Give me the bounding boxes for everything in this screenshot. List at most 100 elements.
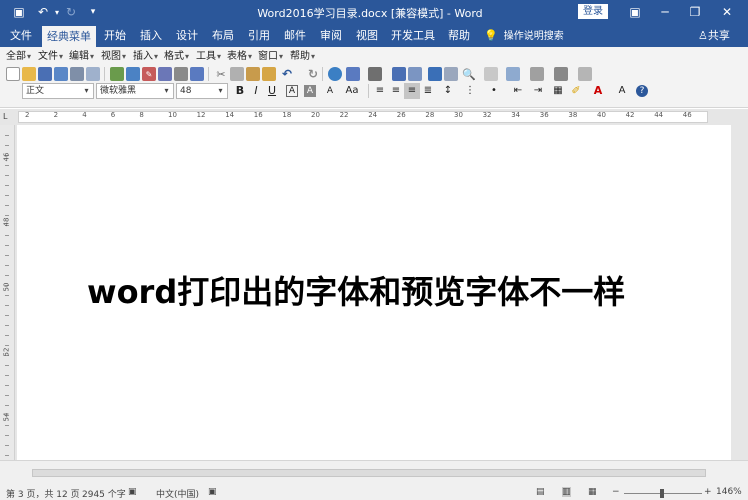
tab-insert[interactable]: 插入 bbox=[136, 24, 166, 47]
redo-icon[interactable]: ↻ bbox=[62, 3, 80, 21]
comment-icon[interactable] bbox=[506, 67, 520, 81]
minimize-button[interactable]: ─ bbox=[650, 0, 680, 24]
increase-indent-icon[interactable]: ⇥ bbox=[530, 83, 546, 99]
menu-file[interactable]: 文件 bbox=[38, 49, 63, 65]
tab-selector-icon[interactable]: L bbox=[3, 112, 7, 121]
menu-table[interactable]: 表格 bbox=[227, 49, 252, 65]
zoom-icon[interactable]: 🔍 bbox=[462, 67, 476, 81]
document-headline[interactable]: word打印出的字体和预览字体不一样 bbox=[87, 270, 707, 314]
research-icon[interactable] bbox=[126, 67, 140, 81]
print-layout-icon[interactable]: ▥ bbox=[562, 487, 571, 497]
document-page[interactable]: word打印出的字体和预览字体不一样 bbox=[17, 125, 731, 460]
save-icon[interactable] bbox=[38, 67, 52, 81]
table-grid-icon[interactable] bbox=[368, 67, 382, 81]
columns-icon[interactable] bbox=[392, 67, 406, 81]
scrollbar-thumb[interactable] bbox=[32, 469, 706, 477]
borders-icon[interactable]: ▦ bbox=[550, 83, 566, 99]
macro-record-icon[interactable]: ▣ bbox=[208, 487, 217, 497]
restore-button[interactable]: ❐ bbox=[680, 0, 710, 24]
tab-file[interactable]: 文件 bbox=[4, 24, 38, 47]
font-color-icon[interactable]: A bbox=[590, 83, 606, 99]
zoom-slider-knob[interactable] bbox=[660, 489, 664, 498]
font-size-select[interactable]: 48 ▾ bbox=[176, 83, 228, 99]
tab-references[interactable]: 引用 bbox=[244, 24, 274, 47]
menu-insert[interactable]: 插入 bbox=[133, 49, 158, 65]
page-setup-icon[interactable] bbox=[530, 67, 544, 81]
underline-button[interactable]: U bbox=[264, 83, 280, 99]
menu-help[interactable]: 帮助 bbox=[290, 49, 315, 65]
open-folder-icon[interactable] bbox=[22, 67, 36, 81]
share-button[interactable]: ♙共享 bbox=[698, 24, 730, 47]
horizontal-scrollbar[interactable] bbox=[0, 460, 748, 486]
word-count[interactable]: 2945 个字 bbox=[82, 487, 126, 500]
language-indicator[interactable]: 中文(中国) bbox=[156, 487, 199, 500]
document-map-icon[interactable] bbox=[428, 67, 442, 81]
tab-home[interactable]: 开始 bbox=[100, 24, 130, 47]
word-count-icon[interactable] bbox=[190, 67, 204, 81]
decrease-indent-icon[interactable]: ⇤ bbox=[510, 83, 526, 99]
vertical-ruler[interactable]: 464850525456 bbox=[0, 125, 15, 486]
align-justify-icon[interactable]: ≡ bbox=[404, 83, 420, 99]
undo-icon[interactable]: ↶ bbox=[280, 67, 294, 81]
line-spacing-icon[interactable]: ↕ bbox=[440, 83, 456, 99]
help-icon[interactable]: ? bbox=[636, 85, 648, 97]
save-as-icon[interactable] bbox=[54, 67, 68, 81]
spell-check-icon[interactable] bbox=[110, 67, 124, 81]
track-changes-icon[interactable]: ✎ bbox=[142, 67, 156, 81]
read-mode-icon[interactable]: ▤ bbox=[536, 487, 545, 497]
drawing-icon[interactable] bbox=[408, 67, 422, 81]
bold-button[interactable]: B bbox=[232, 83, 248, 99]
numbering-icon[interactable]: ⋮ bbox=[462, 83, 478, 99]
tab-mailings[interactable]: 邮件 bbox=[280, 24, 310, 47]
italic-button[interactable]: I bbox=[248, 83, 264, 99]
tell-me-search[interactable]: 💡 操作说明搜索 bbox=[484, 24, 564, 47]
close-button[interactable]: ✕ bbox=[712, 0, 742, 24]
highlighter-icon[interactable]: ✐ bbox=[568, 83, 584, 99]
more-tools-icon[interactable] bbox=[578, 67, 592, 81]
change-case-button[interactable]: Aa bbox=[340, 83, 364, 99]
align-center-icon[interactable]: ≡ bbox=[388, 83, 404, 99]
web-layout-icon[interactable]: ▦ bbox=[588, 487, 597, 497]
view-icon[interactable] bbox=[484, 67, 498, 81]
zoom-in-button[interactable]: + bbox=[704, 487, 712, 497]
menu-tools[interactable]: 工具 bbox=[196, 49, 221, 65]
customize-quick-access-icon[interactable]: ▾ bbox=[84, 3, 102, 21]
zoom-out-button[interactable]: − bbox=[612, 487, 620, 497]
translate-icon[interactable] bbox=[174, 67, 188, 81]
tab-developer[interactable]: 开发工具 bbox=[388, 24, 438, 47]
new-document-icon[interactable] bbox=[6, 67, 20, 81]
menu-view[interactable]: 视图 bbox=[101, 49, 126, 65]
ribbon-display-options-icon[interactable]: ▣ bbox=[620, 0, 650, 24]
horizontal-ruler[interactable]: 2 2 4 6 8 10 12 14 16 18 20 22 24 26 28 30 32 34 36 38 40 42 4… bbox=[18, 111, 708, 123]
font-select[interactable]: 微软雅黑 ▾ bbox=[96, 83, 174, 99]
menu-edit[interactable]: 编辑 bbox=[69, 49, 94, 65]
login-button[interactable]: 登录 bbox=[578, 4, 608, 19]
tab-review[interactable]: 审阅 bbox=[316, 24, 346, 47]
page-count[interactable]: 第 3 页，共 12 页 bbox=[6, 487, 80, 500]
char-border-button[interactable]: A bbox=[286, 85, 298, 97]
format-painter-icon[interactable] bbox=[262, 67, 276, 81]
align-left-icon[interactable]: ≡ bbox=[372, 83, 388, 99]
text-effects-icon[interactable]: A bbox=[614, 83, 630, 99]
save-icon[interactable]: ▣ bbox=[10, 3, 28, 21]
hyperlink-icon[interactable] bbox=[328, 67, 342, 81]
redo-icon[interactable]: ↻ bbox=[306, 67, 320, 81]
bullets-icon[interactable]: • bbox=[486, 83, 502, 99]
style-select[interactable]: 正文 ▾ bbox=[22, 83, 94, 99]
tab-view[interactable]: 视图 bbox=[352, 24, 382, 47]
menu-all[interactable]: 全部 bbox=[6, 49, 31, 65]
tab-design[interactable]: 设计 bbox=[172, 24, 202, 47]
menu-window[interactable]: 窗口 bbox=[258, 49, 283, 65]
distributed-icon[interactable]: ≣ bbox=[420, 83, 436, 99]
insert-table-icon[interactable] bbox=[346, 67, 360, 81]
print-preview-icon[interactable] bbox=[86, 67, 100, 81]
proofing-icon[interactable]: ▣ bbox=[128, 487, 137, 497]
show-formatting-icon[interactable] bbox=[444, 67, 458, 81]
char-shading-button[interactable]: A bbox=[304, 85, 316, 97]
char-scale-icon[interactable]: A bbox=[322, 83, 338, 99]
zoom-level[interactable]: 146% bbox=[716, 487, 742, 497]
tab-classic-menu[interactable]: 经典菜单 bbox=[42, 26, 96, 47]
select-icon[interactable] bbox=[554, 67, 568, 81]
paste-icon[interactable] bbox=[246, 67, 260, 81]
copy-icon[interactable] bbox=[230, 67, 244, 81]
